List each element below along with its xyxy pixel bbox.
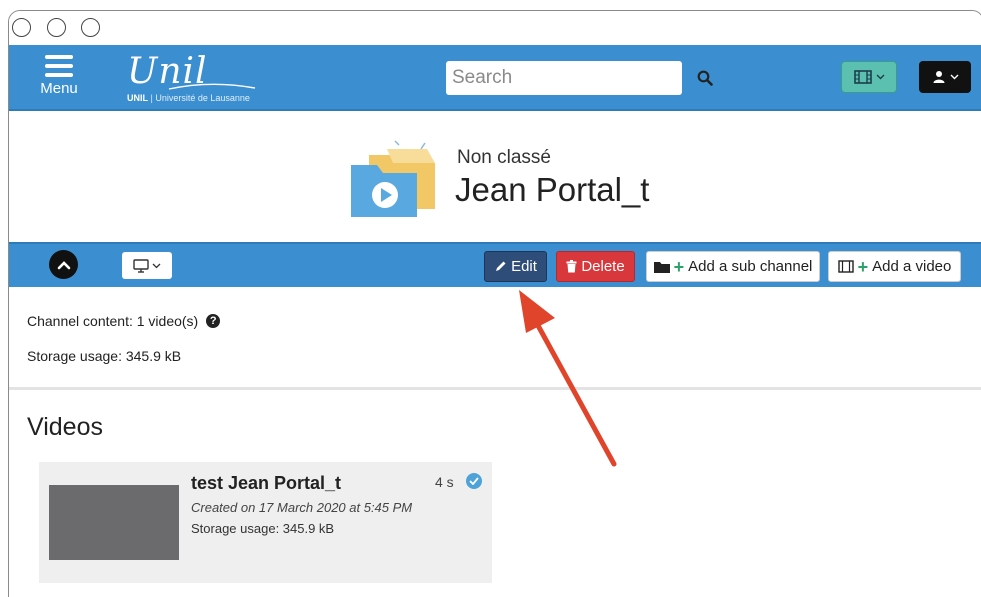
channel-info: Channel content: 1 video(s) ? Storage us… [9, 287, 981, 387]
search-icon[interactable] [697, 70, 713, 86]
plus-icon: + [857, 256, 869, 277]
channel-content-text: Channel content: 1 video(s) [27, 313, 199, 329]
top-navbar: Menu Unil UNIL | Université de Lausanne [9, 45, 981, 111]
logo-sub-bold: UNIL [127, 93, 148, 103]
video-menu-button[interactable] [841, 61, 897, 93]
add-sub-channel-button[interactable]: + Add a sub channel [646, 251, 820, 282]
hamburger-icon [45, 55, 73, 77]
pencil-icon [496, 261, 506, 271]
film-icon [853, 70, 872, 84]
logo-sub-separator: | [150, 93, 153, 103]
channel-category: Non classé [457, 147, 551, 168]
section-divider [9, 387, 981, 390]
folder-icon [653, 261, 670, 273]
check-circle-icon [466, 473, 482, 489]
video-thumbnail[interactable] [49, 485, 179, 560]
video-created-date: Created on 17 March 2020 at 5:45 PM [191, 500, 413, 515]
search-box [446, 61, 713, 95]
trash-icon [566, 260, 577, 273]
window-close-control[interactable] [12, 18, 31, 37]
search-input[interactable] [446, 61, 697, 95]
delete-button[interactable]: Delete [556, 251, 635, 282]
browser-window: Menu Unil UNIL | Université de Lausanne [8, 10, 981, 597]
video-storage-usage: Storage usage: 345.9 kB [191, 521, 335, 536]
storage-usage-text: Storage usage: 345.9 kB [27, 348, 182, 364]
logo-sub-text: Université de Lausanne [155, 93, 250, 103]
unil-logo[interactable]: Unil UNIL | Université de Lausanne [127, 51, 297, 107]
edit-button[interactable]: Edit [484, 251, 547, 282]
menu-label: Menu [40, 80, 78, 97]
help-icon[interactable]: ? [206, 314, 221, 328]
collapse-button[interactable] [49, 250, 78, 279]
video-title[interactable]: test Jean Portal_t [191, 473, 341, 494]
film-icon [837, 260, 854, 273]
channel-header: Non classé Jean Portal_t [9, 111, 981, 242]
menu-button[interactable]: Menu [29, 51, 89, 105]
monitor-icon [133, 258, 149, 273]
page-title: Jean Portal_t [455, 171, 650, 208]
chevron-up-icon [57, 260, 70, 269]
chevron-down-icon [876, 74, 884, 80]
videos-heading: Videos [27, 413, 103, 441]
channel-toolbar: Edit Delete + Add a sub channel + Add a … [9, 242, 981, 287]
video-duration: 4 s [435, 474, 454, 490]
display-mode-button[interactable] [122, 252, 172, 279]
user-menu-button[interactable] [919, 61, 971, 93]
window-zoom-control[interactable] [81, 18, 100, 37]
add-sub-channel-label: Add a sub channel [688, 258, 813, 275]
chevron-down-icon [950, 74, 958, 80]
logo-subtitle: UNIL | Université de Lausanne [127, 93, 250, 103]
add-video-label: Add a video [872, 258, 952, 275]
delete-label: Delete [581, 258, 625, 275]
channel-content-line: Channel content: 1 video(s) ? [27, 313, 221, 329]
edit-label: Edit [511, 258, 537, 275]
video-folder-icon [351, 140, 435, 217]
logo-swoosh-icon [168, 83, 256, 90]
video-card[interactable]: test Jean Portal_t 4 s Created on 17 Mar… [39, 462, 492, 583]
chevron-down-icon [152, 263, 161, 268]
user-icon [933, 71, 944, 83]
plus-icon: + [673, 256, 685, 277]
add-video-button[interactable]: + Add a video [828, 251, 961, 282]
window-titlebar [9, 11, 981, 45]
window-minimize-control[interactable] [47, 18, 66, 37]
